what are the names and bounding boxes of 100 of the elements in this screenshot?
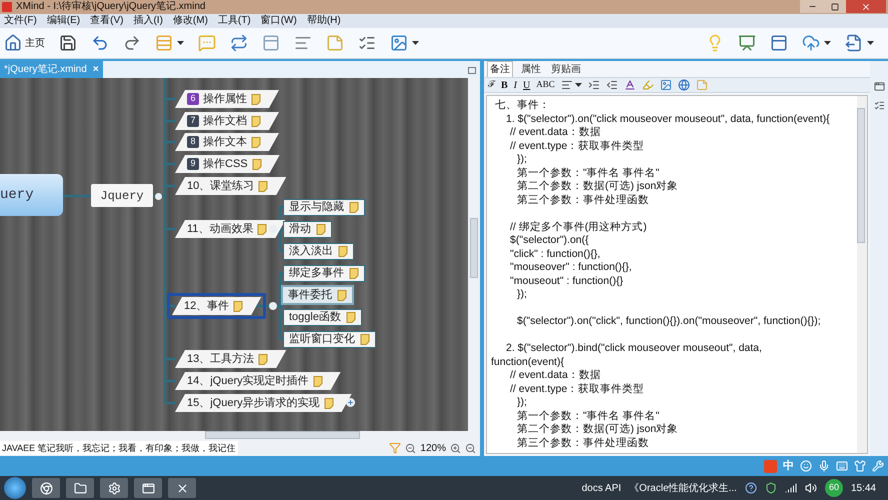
status-text: JAVAEE 笔记我听，我忘记；我看，有印象；我做，我记住: [0, 441, 238, 456]
format-button[interactable]: U: [523, 78, 530, 92]
note-icon: [233, 300, 244, 312]
align-icon[interactable]: [560, 79, 573, 91]
note-icon: [257, 224, 268, 234]
caret-icon[interactable]: [177, 41, 184, 45]
save-icon[interactable]: [59, 34, 77, 52]
menu-item[interactable]: 插入(I): [133, 16, 163, 26]
keyboard-icon[interactable]: [836, 460, 848, 472]
note-line: 第三个参数：事件处理函数: [516, 436, 650, 450]
panel-tab[interactable]: 备注: [487, 61, 513, 77]
topic-label: 10、课堂练习: [187, 178, 254, 194]
zoom-level: 120%: [420, 442, 446, 456]
scroll-thumb[interactable]: [470, 218, 478, 278]
volume-icon[interactable]: [804, 482, 817, 494]
emoji-icon[interactable]: [800, 460, 812, 472]
subtopic-label: 滑动: [289, 222, 311, 238]
note-line: "mouseout" : function(){}: [509, 274, 624, 288]
zoom-out-icon[interactable]: [465, 442, 476, 454]
subtopic-label: 绑定多事件: [289, 266, 344, 282]
scroll-thumb[interactable]: [205, 431, 360, 439]
image-icon[interactable]: [390, 34, 408, 52]
caret-icon[interactable]: [824, 41, 831, 45]
menu-item[interactable]: 窗口(W): [260, 16, 297, 26]
note-line: 第一个参数："事件名 事件名": [516, 410, 660, 423]
note-icon: [337, 290, 347, 300]
taskbar-app-icon[interactable]: [32, 478, 60, 498]
note-line: });: [516, 288, 528, 302]
outdent-icon[interactable]: [606, 79, 618, 91]
note-line: // event.type：获取事件类型: [509, 382, 646, 396]
taskbar-app-icon[interactable]: [168, 478, 196, 498]
menu-item[interactable]: 文件(F): [4, 16, 37, 26]
maximize-icon[interactable]: [824, 0, 846, 13]
indent-icon[interactable]: [588, 79, 600, 91]
note-icon: [251, 116, 261, 126]
menu-item[interactable]: 编辑(E): [46, 16, 80, 26]
zoom-out-icon[interactable]: [405, 442, 416, 454]
note-icon: [360, 334, 370, 345]
panel-tab[interactable]: 剪贴画: [549, 62, 583, 76]
export-icon[interactable]: [845, 34, 863, 52]
menu-item[interactable]: 修改(M): [172, 16, 208, 26]
taskbar-item[interactable]: docs API: [582, 480, 622, 496]
note-icon: [251, 136, 261, 148]
note-icon: [316, 224, 326, 235]
menu-item[interactable]: 查看(V): [90, 16, 124, 26]
panel-icon[interactable]: [874, 81, 884, 92]
menu-item[interactable]: 帮助(H): [306, 16, 341, 26]
caret-icon[interactable]: [574, 83, 582, 87]
app-logo-icon: [2, 2, 12, 12]
topic-label: 11、动画效果: [187, 222, 254, 237]
text-color-icon[interactable]: [624, 79, 636, 91]
summary-icon[interactable]: [294, 34, 312, 52]
help-icon[interactable]: [744, 482, 757, 494]
microphone-icon[interactable]: [818, 460, 830, 472]
note-icon: [349, 268, 359, 279]
outline-icon[interactable]: [770, 34, 788, 52]
caret-icon[interactable]: [867, 41, 874, 45]
redo-icon[interactable]: [123, 34, 141, 52]
horizontal-scrollbar[interactable]: [0, 431, 480, 441]
note-line: 第三个参数：事件处理函数: [516, 194, 650, 207]
format-button[interactable]: ABC: [536, 78, 555, 92]
scroll-thumb[interactable]: [857, 108, 865, 243]
subtopic-label: 淡入淡出: [289, 244, 333, 260]
panel-tab[interactable]: 属性: [519, 62, 543, 76]
vertical-scrollbar[interactable]: [857, 96, 867, 453]
caret-icon[interactable]: [412, 41, 419, 45]
taskbar-item[interactable]: 《Oracle性能优化求生...: [629, 480, 737, 496]
topic-label: 操作文档: [203, 114, 247, 129]
note-line: "click" : function(){},: [509, 248, 602, 261]
number-badge: 6: [187, 93, 199, 105]
home-icon[interactable]: [4, 34, 22, 52]
undo-icon[interactable]: [91, 34, 109, 52]
relationship-icon[interactable]: [230, 34, 248, 52]
start-button[interactable]: [4, 477, 26, 499]
central-topic: uery: [0, 174, 63, 216]
topic-label: 操作属性: [203, 92, 247, 107]
shield-icon[interactable]: [764, 482, 777, 494]
topic-label: 12、事件: [184, 298, 230, 314]
home-button[interactable]: 主页: [4, 34, 45, 52]
format-button[interactable]: I: [514, 78, 518, 92]
note-icon: [258, 354, 268, 364]
zoom-in-icon[interactable]: [450, 442, 461, 454]
taskbar-app-icon[interactable]: [66, 478, 94, 498]
format-button[interactable]: B: [501, 78, 508, 92]
note-line: // event.type：获取事件类型: [509, 140, 646, 153]
presentation-icon[interactable]: [738, 34, 756, 52]
link-icon[interactable]: [678, 79, 690, 91]
task-icon[interactable]: [358, 34, 376, 52]
insert-image-icon[interactable]: [660, 79, 672, 91]
shirt-icon[interactable]: [854, 460, 866, 472]
maximize-view-icon[interactable]: [468, 67, 476, 74]
format-button[interactable]: ℱ: [488, 78, 495, 92]
vertical-scrollbar[interactable]: [468, 78, 480, 431]
taskbar-app-icon[interactable]: [134, 478, 162, 498]
subtopic-label: 监听窗口变化: [289, 332, 355, 348]
expand-plus-icon[interactable]: [346, 398, 355, 407]
wrench-icon[interactable]: [872, 460, 884, 472]
taskbar-app-icon[interactable]: [100, 478, 128, 498]
menu-item[interactable]: 工具(T): [218, 16, 251, 26]
task-icon[interactable]: [874, 100, 884, 111]
